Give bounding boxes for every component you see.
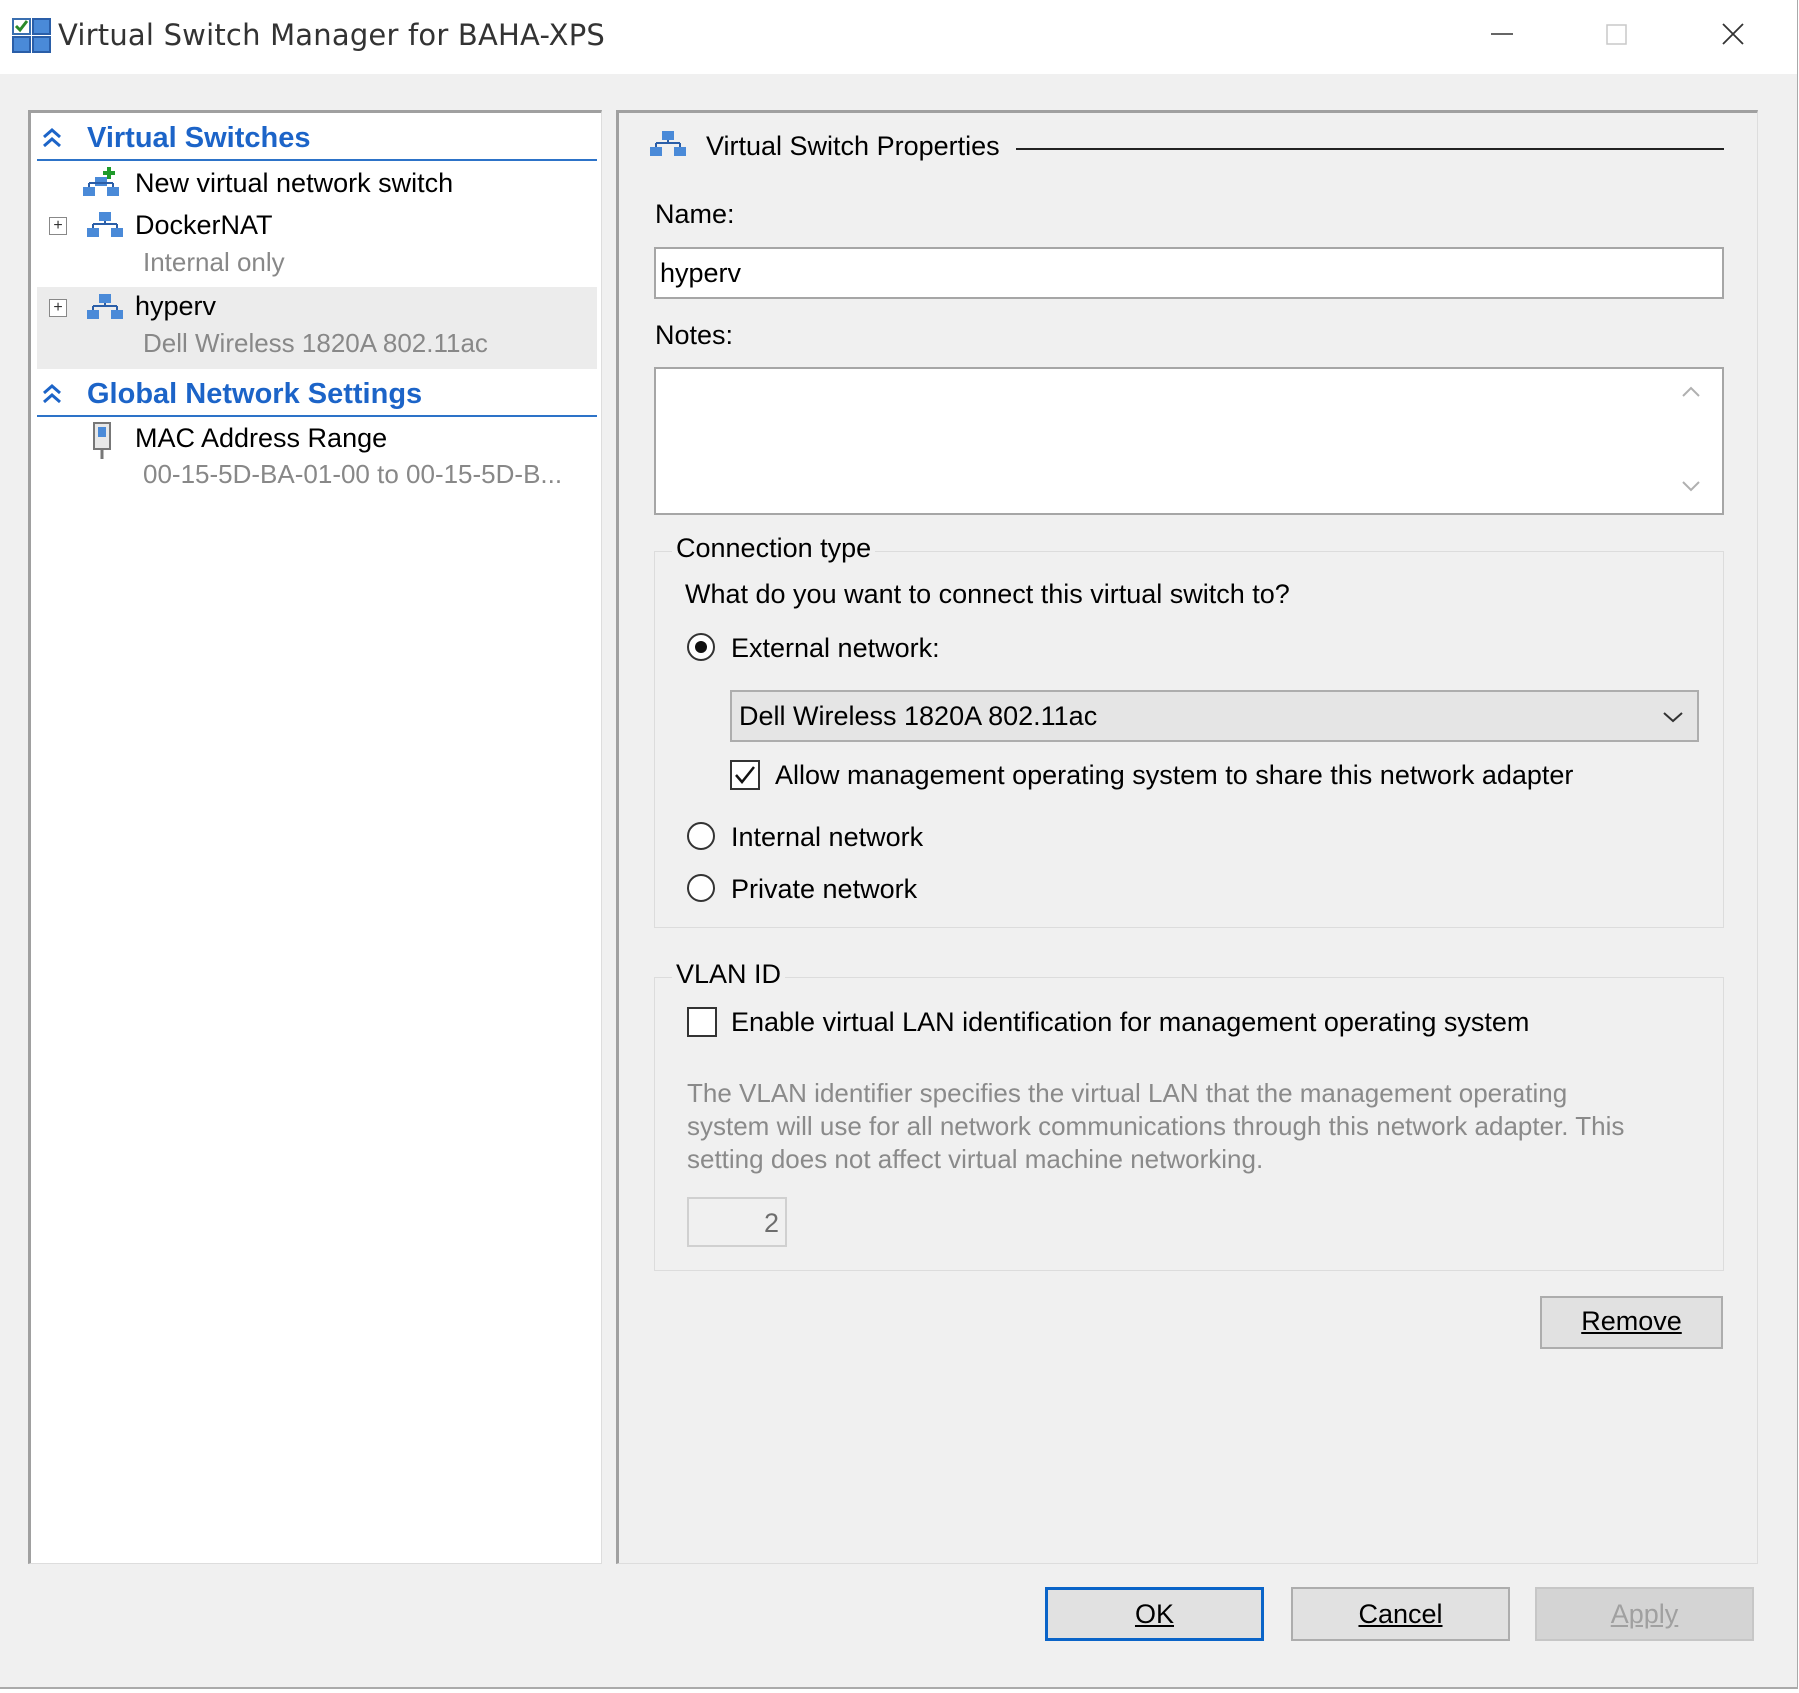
private-network-radio-circle[interactable] [687, 874, 715, 902]
window-title: Virtual Switch Manager for BAHA-XPS [58, 18, 606, 52]
expand-icon[interactable]: + [49, 299, 67, 317]
internal-network-label: Internal network [731, 822, 924, 852]
mac-range-name: MAC Address Range [135, 423, 388, 453]
properties-header: Virtual Switch Properties [706, 131, 1000, 161]
header-divider [1016, 148, 1724, 150]
remove-button[interactable]: Remove [1540, 1296, 1723, 1349]
adapter-select[interactable]: Dell Wireless 1820A 802.11ac [730, 690, 1699, 742]
internal-network-radio[interactable]: Internal network [687, 819, 987, 855]
collapse-chevron-icon [43, 384, 61, 404]
new-switch-item[interactable]: New virtual network switch [37, 163, 597, 203]
external-network-radio-circle[interactable] [687, 633, 715, 661]
virtual-switch-manager-window: Virtual Switch Manager for BAHA-XPS Virt… [0, 0, 1798, 1689]
apply-button[interactable]: Apply [1535, 1587, 1754, 1641]
switch-name: DockerNAT [135, 210, 273, 240]
switch-properties-pane: Virtual Switch Properties Name: hyperv N… [616, 110, 1758, 1564]
allow-management-checkbox[interactable]: Allow management operating system to sha… [730, 757, 1630, 793]
mac-address-range-item[interactable]: MAC Address Range 00-15-5D-BA-01-00 to 0… [37, 419, 597, 499]
switch-item-hyperv[interactable]: + hyperv Dell Wireless 1820A 802.11ac [37, 287, 597, 369]
app-icon [12, 18, 52, 54]
maximize-button[interactable] [1561, 0, 1676, 70]
switch-item-dockernat[interactable]: + DockerNAT Internal only [37, 206, 597, 278]
mac-range-detail: 00-15-5D-BA-01-00 to 00-15-5D-B... [143, 459, 563, 489]
new-switch-label: New virtual network switch [135, 168, 454, 198]
notes-textarea[interactable] [654, 367, 1724, 515]
enable-vlan-checkbox[interactable]: Enable virtual LAN identification for ma… [687, 1004, 1687, 1040]
cancel-button-label: Cancel [1358, 1599, 1443, 1629]
global-network-settings-header[interactable]: Global Network Settings [37, 375, 597, 417]
adapter-select-value: Dell Wireless 1820A 802.11ac [739, 701, 1098, 731]
external-network-radio[interactable]: External network: [687, 630, 987, 666]
notes-label: Notes: [655, 320, 734, 350]
checkmark-icon [735, 766, 755, 784]
ok-button[interactable]: OK [1045, 1587, 1264, 1641]
collapse-chevron-icon [43, 128, 61, 148]
title-bar[interactable]: Virtual Switch Manager for BAHA-XPS [0, 0, 1797, 74]
name-input-value: hyperv [660, 258, 742, 288]
vlan-id-input: 2 [687, 1197, 787, 1247]
ok-button-label: OK [1134, 1599, 1174, 1629]
remove-button-label: Remove [1581, 1306, 1682, 1336]
add-switch-icon [83, 167, 119, 196]
vlan-id-value: 2 [763, 1208, 779, 1238]
vlan-description-line: setting does not affect virtual machine … [687, 1144, 1264, 1174]
expand-icon[interactable]: + [49, 217, 67, 235]
enable-vlan-label: Enable virtual LAN identification for ma… [731, 1007, 1530, 1037]
vlan-description-line: system will use for all network communic… [687, 1111, 1625, 1141]
scroll-up-icon[interactable] [1681, 385, 1701, 399]
network-switch-icon [87, 294, 123, 319]
apply-button-label: Apply [1610, 1599, 1679, 1629]
external-network-label: External network: [731, 633, 940, 663]
private-network-label: Private network [731, 874, 918, 904]
allow-management-checkbox-box[interactable] [730, 760, 760, 790]
vlan-description: The VLAN identifier specifies the virtua… [687, 1077, 1707, 1176]
virtual-switches-header[interactable]: Virtual Switches [37, 119, 597, 161]
connection-type-title: Connection type [672, 533, 876, 564]
switch-tree-pane[interactable]: Virtual Switches New virtual network swi… [28, 110, 602, 1564]
vlan-description-line: The VLAN identifier specifies the virtua… [687, 1078, 1568, 1108]
connection-question: What do you want to connect this virtual… [685, 579, 1290, 609]
minimize-icon [1491, 33, 1513, 35]
allow-management-label: Allow management operating system to sha… [775, 760, 1574, 790]
switch-detail: Internal only [143, 247, 285, 277]
switch-detail: Dell Wireless 1820A 802.11ac [143, 328, 488, 358]
name-label: Name: [655, 199, 735, 229]
close-icon [1722, 23, 1744, 45]
enable-vlan-checkbox-box[interactable] [687, 1007, 717, 1037]
switch-name: hyperv [135, 291, 217, 321]
network-switch-icon [87, 212, 123, 237]
name-input[interactable]: hyperv [654, 247, 1724, 299]
minimize-button[interactable] [1446, 0, 1561, 70]
network-switch-icon [650, 131, 686, 156]
scroll-down-icon[interactable] [1681, 479, 1701, 493]
vlan-id-title: VLAN ID [672, 959, 786, 990]
network-adapter-icon [93, 422, 111, 459]
close-button[interactable] [1676, 0, 1791, 70]
chevron-down-icon [1663, 712, 1683, 723]
cancel-button[interactable]: Cancel [1291, 1587, 1510, 1641]
private-network-radio[interactable]: Private network [687, 871, 987, 907]
virtual-switches-label: Virtual Switches [87, 122, 311, 154]
global-network-settings-label: Global Network Settings [87, 378, 423, 410]
maximize-icon [1606, 24, 1627, 45]
internal-network-radio-circle[interactable] [687, 822, 715, 850]
